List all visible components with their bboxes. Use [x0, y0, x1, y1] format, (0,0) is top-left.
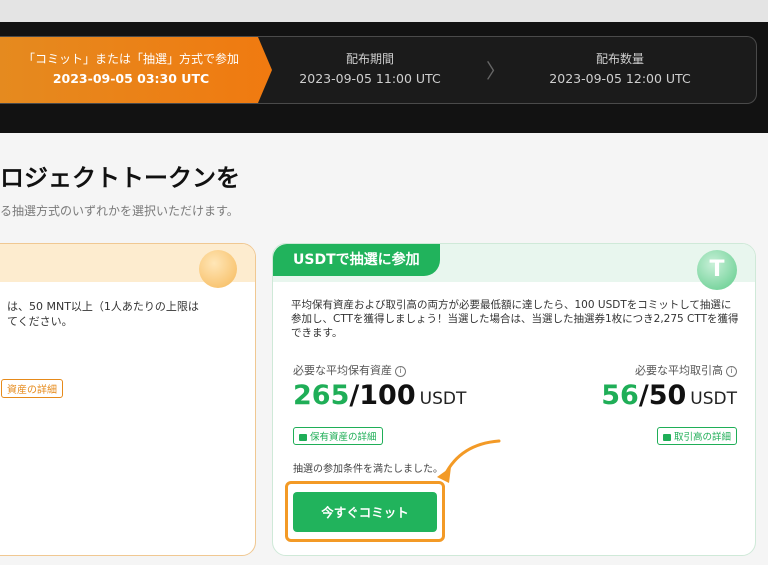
- holding-details-label: 保有資産の詳細: [310, 432, 377, 443]
- step-label: 配布期間: [345, 52, 394, 66]
- timeline-stepper: 「コミット」または「抽選」方式で参加 2023-09-05 03:30 UTC …: [0, 36, 757, 104]
- page-subtitle: る抽選方式のいずれかを選択いただけます。: [0, 204, 239, 218]
- holding-unit: USDT: [419, 389, 467, 409]
- step-date: 2023-09-05 11:00 UTC: [299, 71, 441, 86]
- holding-separator: /: [349, 380, 360, 411]
- info-icon[interactable]: i: [726, 366, 737, 377]
- volume-unit: USDT: [690, 389, 737, 409]
- asset-details-link[interactable]: 資産の詳細: [1, 379, 63, 398]
- volume-metric: 56/50 USDT: [601, 380, 737, 411]
- card-description: 平均保有資産および取引高の両方が必要最低額に達したら、100 USDTをコミット…: [291, 299, 739, 339]
- mnt-lottery-card: は、50 MNT以上（1人あたりの上限は てください。 資産の詳細: [0, 243, 256, 556]
- holding-details-link[interactable]: 保有資産の詳細: [293, 427, 383, 445]
- step-commit: 「コミット」または「抽選」方式で参加 2023-09-05 03:30 UTC: [0, 49, 262, 89]
- info-icon[interactable]: i: [395, 366, 406, 377]
- card-header: [0, 244, 255, 288]
- top-bar: [0, 0, 768, 22]
- holding-label-text: 必要な平均保有資産: [293, 364, 392, 377]
- pointer-arrow-icon: [437, 439, 501, 483]
- step-label: 配布数量: [595, 52, 644, 66]
- volume-separator: /: [638, 380, 649, 411]
- usdt-lottery-badge: USDTで抽選に参加: [273, 244, 440, 276]
- mnt-coin-icon: [199, 250, 237, 288]
- step-distribution-period: 配布期間 2023-09-05 11:00 UTC: [280, 49, 460, 89]
- camera-icon: [299, 434, 307, 441]
- step-label: 「コミット」または「抽選」方式で参加: [22, 52, 239, 66]
- volume-label-text: 必要な平均取引高: [635, 364, 723, 377]
- step-distribution-amount: 配布数量 2023-09-05 12:00 UTC: [520, 49, 720, 89]
- holding-label: 必要な平均保有資産 i: [293, 362, 406, 378]
- step-date: 2023-09-05 12:00 UTC: [549, 71, 691, 86]
- holding-metric: 265/100 USDT: [293, 380, 466, 411]
- volume-current: 56: [601, 380, 639, 411]
- camera-icon: [662, 434, 671, 441]
- usdt-coin-icon: T: [697, 250, 737, 290]
- page-title: ロジェクトトークンを: [0, 164, 240, 192]
- holding-required: 100: [359, 380, 416, 411]
- volume-label: 必要な平均取引高 i: [635, 362, 737, 378]
- card-header: USDTで抽選に参加 T: [273, 244, 755, 290]
- holding-current: 265: [293, 380, 350, 411]
- commit-now-button[interactable]: 今すぐコミット: [293, 492, 437, 532]
- chevron-right-icon: 〉: [486, 59, 506, 83]
- volume-details-label: 取引高の詳細: [673, 432, 731, 443]
- step-date: 2023-09-05 03:30 UTC: [52, 71, 210, 86]
- usdt-lottery-card: USDTで抽選に参加 T 平均保有資産および取引高の両方が必要最低額に達したら、…: [272, 243, 756, 556]
- card-description: は、50 MNT以上（1人あたりの上限は てください。: [7, 300, 199, 328]
- volume-details-link[interactable]: 取引高の詳細: [656, 427, 737, 445]
- eligibility-status: 抽選の参加条件を満たしました。: [293, 464, 443, 475]
- volume-required: 50: [648, 380, 687, 411]
